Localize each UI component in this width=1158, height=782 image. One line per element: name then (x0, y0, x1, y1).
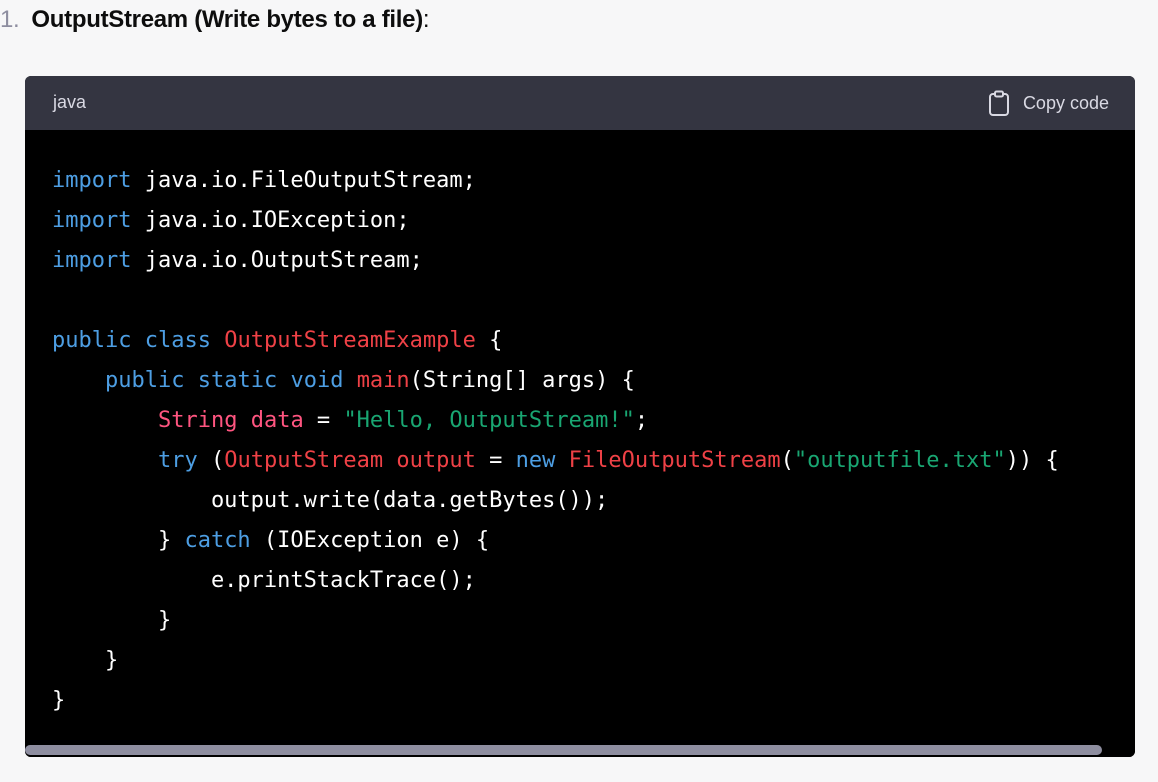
code-token: } (52, 528, 185, 553)
code-token: "outputfile.txt" (793, 448, 1006, 473)
code-token: )) { (1005, 448, 1059, 473)
code-line: e.printStackTrace(); (52, 568, 476, 593)
code-line: try (OutputStream output = new FileOutpu… (52, 448, 1059, 473)
code-block: java Copy code import java.io.FileOutput… (25, 76, 1135, 757)
code-token: } (52, 608, 172, 633)
code-token: import (52, 248, 132, 273)
code-line: import java.io.OutputStream; (52, 248, 423, 273)
code-token: ; (634, 408, 649, 433)
code-token: OutputStreamExample (224, 328, 476, 353)
code-token: class (144, 328, 211, 353)
code-token: catch (184, 528, 251, 553)
code-language-label: java (53, 92, 87, 112)
code-line: public class OutputStreamExample { (52, 328, 502, 353)
code-token: new (515, 448, 556, 473)
horizontal-scrollbar[interactable] (25, 744, 1135, 757)
code-token: output.write(data.getBytes()); (52, 488, 609, 513)
code-token: data (250, 408, 304, 433)
code-token: e.printStackTrace(); (52, 568, 476, 593)
code-token: java.io.OutputStream; (131, 248, 423, 273)
code-token: public (52, 328, 132, 353)
code-token: import (52, 208, 132, 233)
code-token: main (356, 368, 410, 393)
code-line: } (52, 688, 65, 713)
code-token: String (157, 408, 238, 433)
code-token: { (475, 328, 503, 353)
code-line: import java.io.FileOutputStream; (52, 168, 476, 193)
list-number: 1. (0, 6, 20, 33)
copy-code-button[interactable]: Copy code (988, 89, 1109, 117)
code-token: } (52, 688, 66, 713)
code-token: public (104, 368, 185, 393)
code-token: (String[] args) { (409, 368, 635, 393)
scrollbar-thumb[interactable] (25, 745, 1102, 755)
code-line: } (52, 648, 118, 673)
code-token: ( (780, 448, 794, 473)
code-text: import java.io.FileOutputStream; import … (52, 168, 1059, 713)
code-line: } catch (IOException e) { (52, 528, 489, 553)
code-line: public static void main(String[] args) { (52, 368, 635, 393)
code-token: } (52, 648, 119, 673)
code-token: import (52, 168, 132, 193)
list-item-heading: 1. OutputStream (Write bytes to a file) … (0, 4, 430, 36)
code-token: java.io.IOException; (131, 208, 410, 233)
code-token: static (197, 368, 278, 393)
code-line: output.write(data.getBytes()); (52, 488, 608, 513)
code-line: import java.io.IOException; (52, 208, 410, 233)
code-token: (IOException e) { (250, 528, 490, 553)
clipboard-icon (988, 90, 1009, 116)
code-token: "Hello, OutputStream!" (343, 408, 635, 433)
code-line: String data = "Hello, OutputStream!"; (52, 408, 648, 433)
code-token: output (396, 448, 476, 473)
code-block-header: java Copy code (25, 76, 1135, 130)
heading-title: OutputStream (Write bytes to a file) (31, 6, 423, 33)
code-token: OutputStream (224, 448, 384, 473)
code-token: = (303, 408, 344, 433)
code-token: try (157, 448, 198, 473)
code-line: } (52, 608, 171, 633)
code-token: ( (197, 448, 225, 473)
code-token: void (290, 368, 344, 393)
code-content: import java.io.FileOutputStream; import … (52, 161, 1135, 721)
copy-code-label: Copy code (1022, 92, 1109, 113)
code-token: = (475, 448, 516, 473)
code-token: java.io.FileOutputStream; (131, 168, 476, 193)
code-token: FileOutputStream (568, 448, 781, 473)
heading-colon: : (422, 6, 430, 33)
